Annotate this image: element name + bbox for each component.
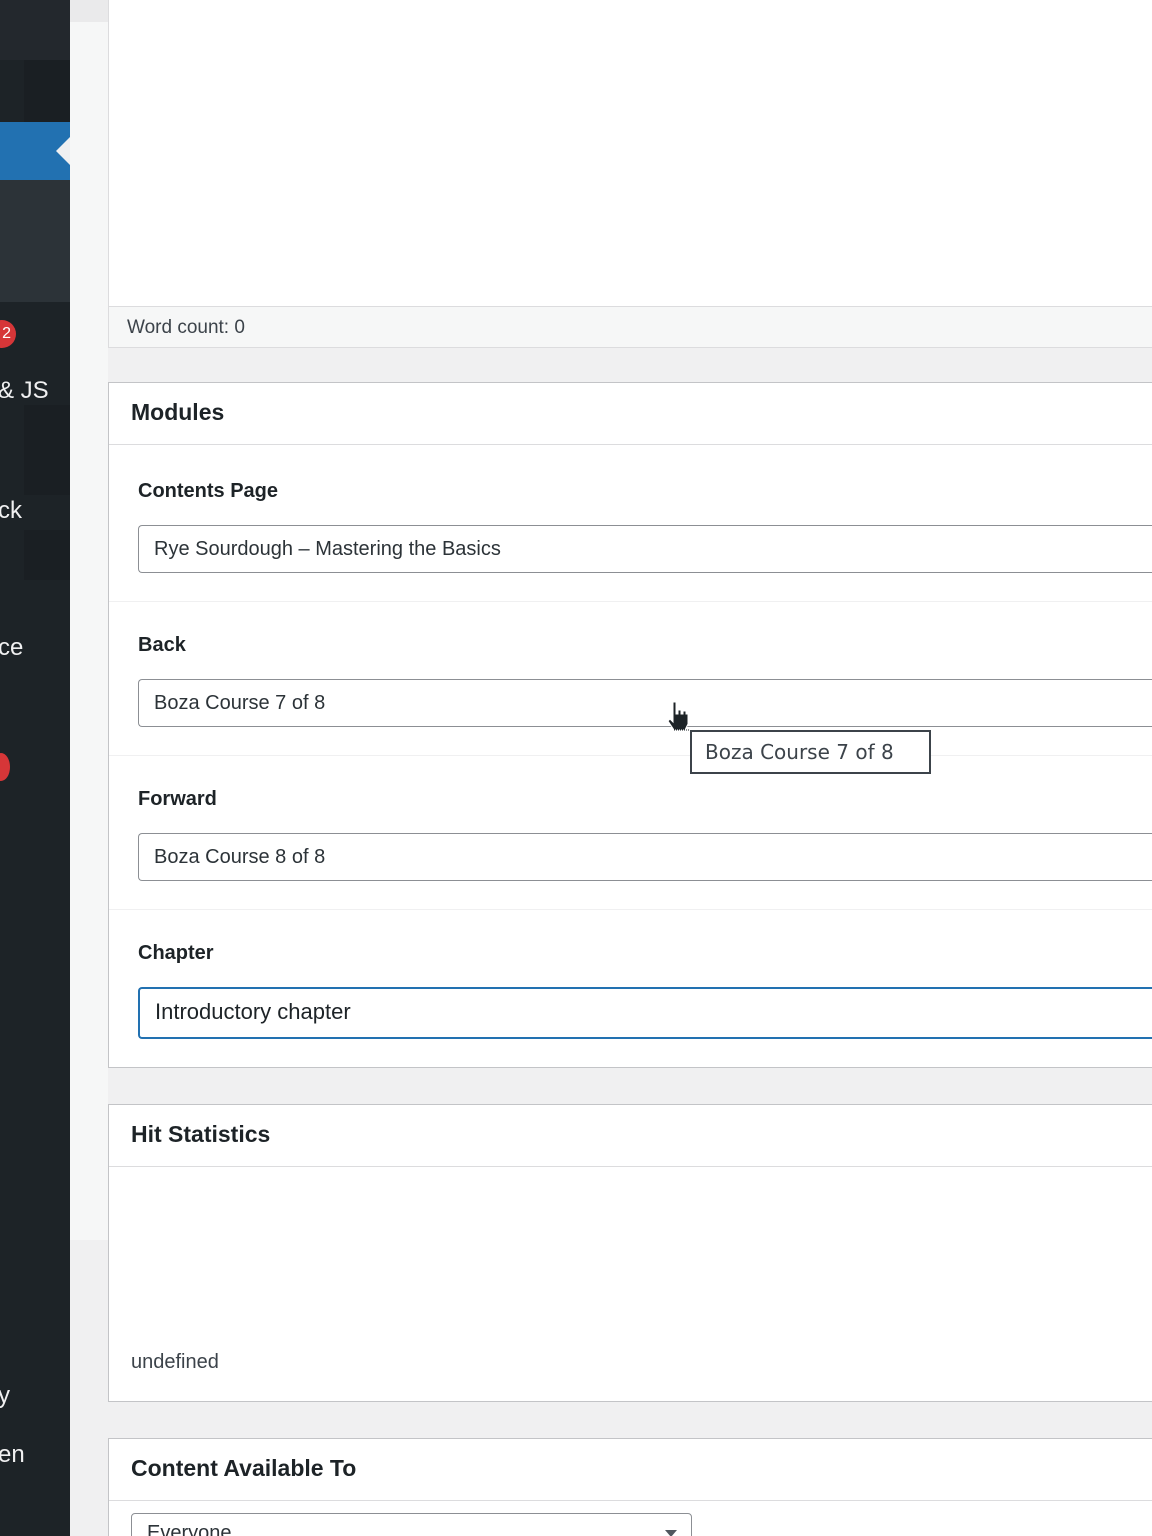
word-count: Word count: 0 — [127, 317, 245, 338]
modules-panel-header[interactable]: Modules — [109, 383, 1152, 445]
editor-content-area[interactable] — [108, 0, 1152, 348]
sidebar-item-appearance[interactable]: ce — [0, 634, 23, 662]
contents-page-label: Contents Page — [138, 480, 279, 502]
back-input[interactable]: Boza Course 7 of 8 — [138, 679, 1152, 727]
content-available-header[interactable]: Content Available To — [109, 1439, 1152, 1501]
sidebar-item-screen[interactable]: en — [0, 1441, 25, 1469]
update-count-badge: 2 — [0, 320, 16, 348]
hit-statistics-title: Hit Statistics — [131, 1121, 271, 1147]
sidebar-item-privacy[interactable]: y — [0, 1382, 10, 1410]
sidebar-item-feedback[interactable]: ck — [0, 497, 22, 525]
forward-input[interactable]: Boza Course 8 of 8 — [138, 833, 1152, 881]
sidebar-submenu — [0, 180, 70, 302]
forward-label: Forward — [138, 788, 217, 810]
chapter-label: Chapter — [138, 942, 214, 964]
content-gutter — [70, 0, 108, 1240]
hit-statistics-header[interactable]: Hit Statistics — [109, 1105, 1152, 1167]
admin-sidebar: 2 & JS ck ce y en — [0, 0, 70, 1536]
editor-toolbar-edge — [70, 0, 108, 22]
contents-page-input[interactable]: Rye Sourdough – Mastering the Basics — [138, 525, 1152, 573]
content-available-panel: Content Available To Everyone — [108, 1438, 1152, 1536]
sidebar-top-item[interactable] — [0, 0, 70, 60]
modules-panel: Modules Contents Page Rye Sourdough – Ma… — [108, 382, 1152, 1068]
hand-cursor-icon — [667, 701, 690, 731]
content-available-title: Content Available To — [131, 1455, 357, 1481]
active-item-arrow-icon — [56, 137, 70, 165]
modules-title: Modules — [131, 399, 225, 425]
hit-statistics-value: undefined — [131, 1351, 219, 1373]
chapter-input[interactable]: Introductory chapter — [138, 987, 1152, 1039]
content-available-select[interactable]: Everyone — [131, 1513, 692, 1536]
hit-statistics-panel: Hit Statistics undefined — [108, 1104, 1152, 1402]
plugin-update-badge — [0, 753, 10, 781]
back-input-tooltip: Boza Course 7 of 8 — [690, 730, 931, 774]
content-available-selected: Everyone — [147, 1522, 232, 1536]
back-label: Back — [138, 634, 186, 656]
sidebar-item-custom-css-js[interactable]: & JS — [0, 377, 49, 405]
word-count-bar: Word count: 0 — [108, 306, 1152, 348]
chevron-down-icon — [665, 1530, 677, 1536]
